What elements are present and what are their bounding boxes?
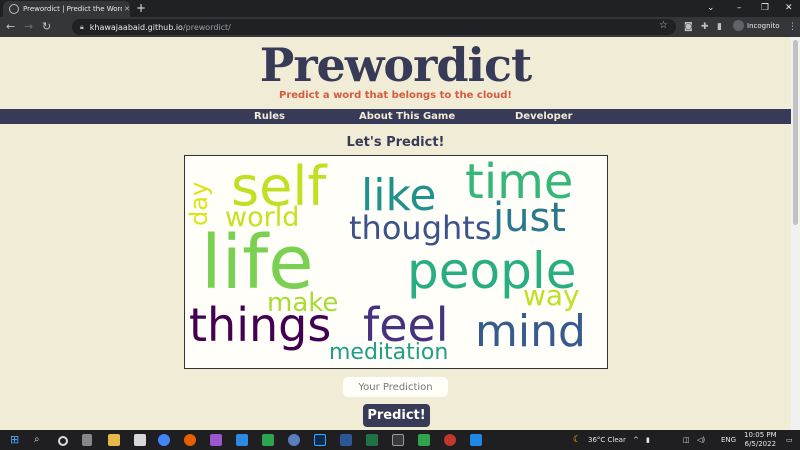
cloud-word: just: [493, 195, 566, 241]
volume-icon[interactable]: ◁): [697, 433, 705, 447]
vscode-icon[interactable]: [236, 434, 248, 446]
incognito-label: Incognito: [747, 21, 780, 30]
clock-time: 10:05 PM: [744, 431, 777, 439]
terminal-icon[interactable]: [392, 434, 404, 446]
restore-icon[interactable]: ❐: [761, 1, 769, 16]
menu-icon[interactable]: ⋮: [788, 21, 797, 33]
tab-close-icon[interactable]: ✕: [124, 5, 130, 13]
tab-title: Prewordict | Predict the Word in C: [23, 5, 122, 13]
pycharm-icon[interactable]: [262, 434, 274, 446]
scrollbar-thumb[interactable]: [793, 40, 798, 225]
word-cloud: self time like just day world thoughts l…: [184, 155, 608, 369]
nav-developer[interactable]: Developer: [515, 109, 573, 124]
new-tab-button[interactable]: +: [136, 1, 146, 16]
file-explorer-icon[interactable]: [108, 434, 120, 446]
incognito-profile[interactable]: Incognito: [733, 20, 779, 31]
cloud-word: thoughts: [349, 209, 492, 247]
cloud-word: mind: [475, 306, 586, 357]
microphone-icon[interactable]: ▮: [646, 433, 650, 447]
tab-search-icon[interactable]: ⌄: [707, 1, 715, 16]
media-icon[interactable]: [470, 434, 482, 446]
tray-overflow-icon[interactable]: ^: [633, 433, 639, 447]
photoshop-icon[interactable]: [314, 434, 326, 446]
task-view-icon[interactable]: [82, 434, 92, 446]
page-heading: Let's Predict!: [346, 135, 445, 150]
word-icon[interactable]: [340, 434, 352, 446]
sheets-icon[interactable]: [366, 434, 378, 446]
language-indicator[interactable]: ENG: [721, 433, 736, 447]
notifications-icon[interactable]: ▭: [786, 433, 793, 447]
cloud-word: things: [189, 298, 332, 352]
address-bar[interactable]: 🔒︎ khawajaabaid.github.io/prewordict/ ☆: [72, 19, 676, 35]
weather-text[interactable]: 36°C Clear: [588, 433, 626, 447]
tagline: Predict a word that belongs to the cloud…: [279, 90, 512, 101]
prediction-input[interactable]: [343, 377, 448, 397]
cloud-word: meditation: [329, 340, 449, 365]
lock-icon: 🔒︎: [80, 22, 84, 31]
nav-about[interactable]: About This Game: [359, 109, 455, 124]
windows-start-icon[interactable]: ⊞: [10, 434, 22, 446]
app2-icon[interactable]: [418, 434, 430, 446]
browser-tab[interactable]: Prewordict | Predict the Word in C ✕: [3, 1, 130, 17]
browser-toolbar: ← → ↻ 🔒︎ khawajaabaid.github.io/prewordi…: [0, 17, 800, 37]
visual-studio-icon[interactable]: [210, 434, 222, 446]
bookmark-star-icon[interactable]: ☆: [659, 20, 668, 31]
cortana-icon[interactable]: [58, 436, 68, 446]
windows-taskbar: ⊞ ⌕ ☾ 36°C Clear ^ ▮ ◫ ◁) ENG 10:05 PM 6…: [0, 430, 800, 450]
tab-strip: Prewordict | Predict the Word in C ✕ + ⌄…: [0, 0, 800, 17]
chrome-icon[interactable]: [158, 434, 170, 446]
store-icon[interactable]: [134, 434, 146, 446]
side-panel-icon[interactable]: ▮: [717, 21, 722, 33]
recorder-icon[interactable]: [444, 434, 456, 446]
app-icon[interactable]: [288, 434, 300, 446]
globe-icon: [9, 4, 19, 14]
window-close-icon[interactable]: ✕: [785, 1, 793, 16]
site-navbar: Rules About This Game Developer: [0, 109, 791, 124]
incognito-icon: [733, 20, 744, 31]
firefox-icon[interactable]: [184, 434, 196, 446]
url-host: khawajaabaid.github.io: [89, 22, 183, 32]
predict-button[interactable]: Predict!: [363, 404, 430, 427]
reload-icon[interactable]: ↻: [42, 19, 51, 35]
search-icon[interactable]: ⌕: [34, 434, 46, 446]
camera-icon[interactable]: ◙: [684, 21, 693, 33]
clock[interactable]: 10:05 PM 6/5/2022: [744, 431, 777, 449]
minimize-icon[interactable]: –: [737, 1, 742, 16]
site-logo: Prewordict: [259, 38, 533, 92]
nav-rules[interactable]: Rules: [254, 109, 285, 124]
network-icon[interactable]: ◫: [683, 433, 690, 447]
extensions-icon[interactable]: ✚: [701, 21, 709, 33]
back-icon[interactable]: ←: [6, 19, 15, 35]
weather-icon[interactable]: ☾: [573, 433, 581, 447]
url-path: /prewordict/: [182, 22, 231, 32]
clock-date: 6/5/2022: [744, 440, 777, 448]
forward-icon[interactable]: →: [24, 19, 33, 35]
